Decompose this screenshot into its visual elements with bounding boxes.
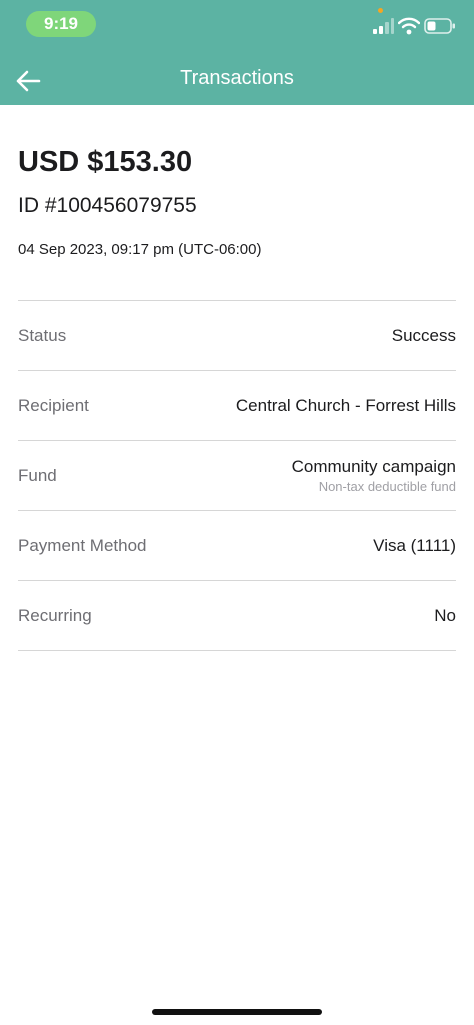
status-bar: 9:19 xyxy=(0,0,474,48)
status-time[interactable]: 9:19 xyxy=(26,11,96,37)
detail-row-recipient: Recipient Central Church - Forrest Hills xyxy=(18,371,456,441)
payment-method-label: Payment Method xyxy=(18,535,147,555)
battery-icon xyxy=(424,18,455,34)
page-title: Transactions xyxy=(180,67,294,89)
detail-row-recurring: Recurring No xyxy=(18,581,456,651)
fund-value: Community campaign xyxy=(291,457,456,476)
transaction-date: 04 Sep 2023, 09:17 pm (UTC-06:00) xyxy=(18,241,262,258)
recurring-value: No xyxy=(434,605,456,625)
fund-subtitle: Non-tax deductible fund xyxy=(318,479,456,494)
fund-label: Fund xyxy=(18,465,57,485)
transaction-detail: USD $153.30 ID #100456079755 04 Sep 2023… xyxy=(18,105,456,651)
detail-row-status: Status Success xyxy=(18,301,456,371)
detail-row-payment-method: Payment Method Visa (1111) xyxy=(18,511,456,581)
app-header: 9:19 Transactions xyxy=(0,0,474,105)
nav-bar: Transactions xyxy=(0,55,474,105)
transaction-id: ID #100456079755 xyxy=(18,194,197,217)
privacy-indicator-icon xyxy=(378,8,383,13)
fund-value-group: Community campaign Non-tax deductible fu… xyxy=(292,457,456,494)
recurring-label: Recurring xyxy=(18,605,92,625)
status-label: Status xyxy=(18,325,67,345)
payment-method-value: Visa (1111) xyxy=(373,535,456,555)
status-value: Success xyxy=(391,325,456,345)
recipient-label: Recipient xyxy=(18,395,89,415)
transaction-amount: USD $153.30 xyxy=(18,146,193,178)
home-indicator[interactable] xyxy=(152,1009,322,1015)
detail-row-fund: Fund Community campaign Non-tax deductib… xyxy=(18,441,456,511)
details-list: Status Success Recipient Central Church … xyxy=(18,300,456,651)
wifi-icon xyxy=(398,17,420,35)
signal-icon xyxy=(373,18,394,34)
recipient-value: Central Church - Forrest Hills xyxy=(235,395,456,415)
